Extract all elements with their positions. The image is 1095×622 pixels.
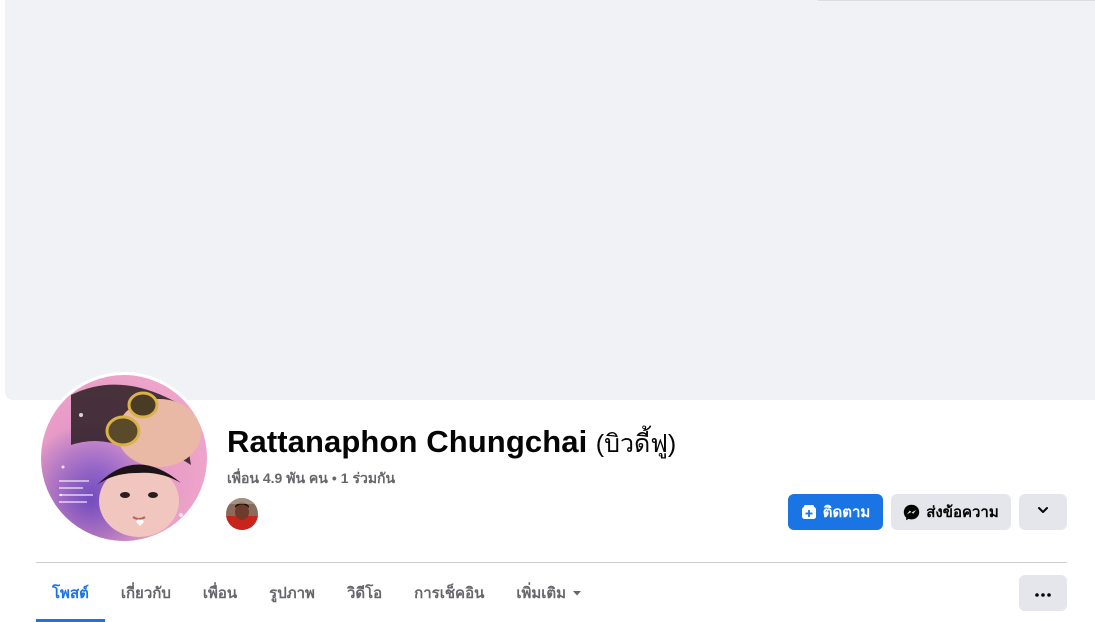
- profile-options-dropdown-button[interactable]: [1019, 494, 1067, 530]
- tab-about-label: เกี่ยวกับ: [120, 584, 171, 602]
- ellipsis-icon: [1035, 584, 1051, 602]
- mutual-friends-link[interactable]: 1 ร่วมกัน: [341, 470, 395, 486]
- tab-about[interactable]: เกี่ยวกับ: [105, 563, 187, 622]
- follow-plus-icon: [801, 504, 817, 520]
- tab-videos-label: วิดีโอ: [346, 584, 383, 602]
- tab-friends[interactable]: เพื่อน: [187, 563, 253, 622]
- cover-edge-line: [818, 0, 1095, 1]
- tab-checkins[interactable]: การเช็คอิน: [398, 563, 500, 622]
- tab-posts[interactable]: โพสต์: [36, 563, 105, 622]
- chevron-down-icon: [1036, 503, 1050, 521]
- tab-videos[interactable]: วิดีโอ: [331, 563, 398, 622]
- profile-picture[interactable]: [38, 372, 210, 544]
- send-message-label: ส่งข้อความ: [926, 504, 999, 521]
- friends-summary: เพื่อน 4.9 พัน คน • 1 ร่วมกัน: [227, 468, 395, 490]
- messenger-icon: [903, 504, 920, 521]
- tab-more-label: เพิ่มเติม: [516, 584, 567, 602]
- more-actions-button[interactable]: [1019, 575, 1067, 611]
- friends-count-link[interactable]: เพื่อน 4.9 พัน คน: [227, 470, 328, 486]
- profile-name-line: Rattanaphon Chungchai (บิวดี้ฟู): [227, 424, 676, 464]
- mutual-friend-avatar-image: [226, 498, 258, 530]
- profile-picture-image: [41, 375, 207, 541]
- tab-photos[interactable]: รูปภาพ: [253, 563, 331, 622]
- tab-more[interactable]: เพิ่มเติม: [500, 563, 598, 622]
- tab-posts-label: โพสต์: [52, 584, 89, 602]
- profile-page: Rattanaphon Chungchai (บิวดี้ฟู) เพื่อน …: [0, 0, 1095, 622]
- tab-friends-label: เพื่อน: [202, 584, 238, 602]
- cover-photo[interactable]: [5, 0, 1095, 400]
- follow-button[interactable]: ติดตาม: [788, 494, 883, 530]
- profile-alternate-name: (บิวดี้ฟู): [595, 430, 677, 458]
- friends-separator: •: [331, 470, 337, 486]
- send-message-button[interactable]: ส่งข้อความ: [891, 494, 1011, 530]
- profile-name: Rattanaphon Chungchai: [227, 424, 588, 459]
- tab-photos-label: รูปภาพ: [269, 584, 315, 602]
- follow-button-label: ติดตาม: [822, 504, 871, 521]
- caret-down-icon: [572, 588, 582, 598]
- profile-tabs: โพสต์ เกี่ยวกับ เพื่อน รูปภาพ วิดีโอ การ…: [36, 563, 598, 622]
- mutual-friend-avatar[interactable]: [226, 498, 258, 530]
- tab-checkins-label: การเช็คอิน: [414, 584, 485, 602]
